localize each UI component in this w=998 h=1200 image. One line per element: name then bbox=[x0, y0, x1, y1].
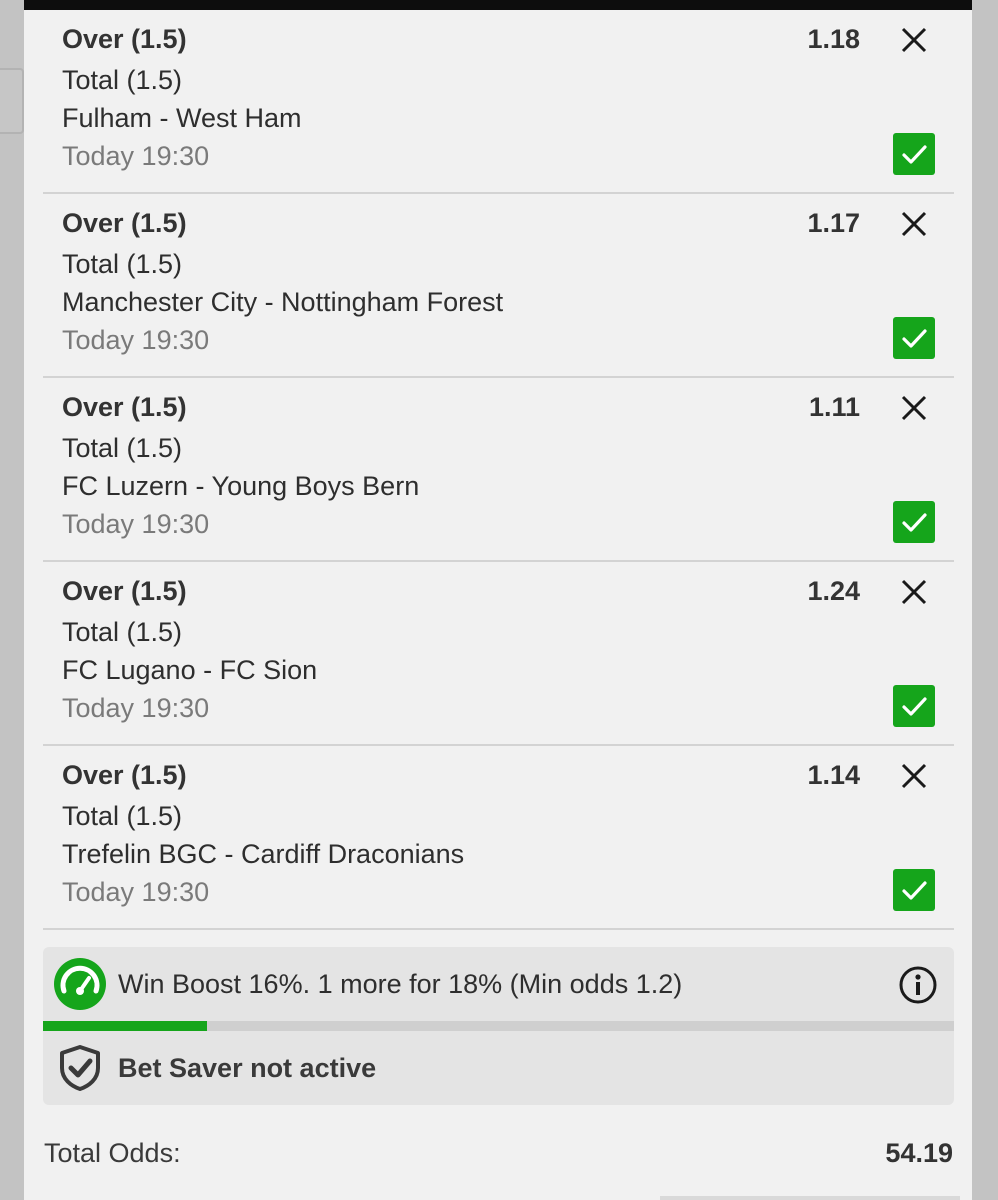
bet-leg: Over (1.5) 1.17 Total (1.5) Manchester C… bbox=[43, 194, 954, 378]
leg-market: Total (1.5) bbox=[62, 65, 183, 95]
leg-market: Total (1.5) bbox=[62, 801, 183, 831]
close-icon[interactable] bbox=[896, 390, 932, 426]
leg-match: Fulham - West Ham bbox=[62, 103, 302, 133]
background-page-right bbox=[972, 0, 998, 1200]
leg-time: Today 19:30 bbox=[62, 509, 210, 539]
leg-match: Trefelin BGC - Cardiff Draconians bbox=[62, 839, 465, 869]
checkmark-icon bbox=[902, 697, 927, 716]
checkmark-icon bbox=[902, 881, 927, 900]
leg-odds: 1.11 bbox=[808, 392, 860, 422]
close-icon[interactable] bbox=[896, 206, 932, 242]
leg-include-checkbox[interactable] bbox=[893, 685, 935, 727]
leg-market: Total (1.5) bbox=[62, 249, 183, 279]
leg-selection: Over (1.5) bbox=[62, 208, 187, 238]
win-boost-progress-fill bbox=[43, 1021, 207, 1031]
total-odds-label: Total Odds: bbox=[44, 1138, 181, 1168]
leg-include-checkbox[interactable] bbox=[893, 869, 935, 911]
leg-market: Total (1.5) bbox=[62, 433, 183, 463]
leg-include-checkbox[interactable] bbox=[893, 317, 935, 359]
shield-check-icon bbox=[60, 1045, 100, 1091]
total-odds-value: 54.19 bbox=[885, 1138, 953, 1168]
bet-saver-row[interactable]: Bet Saver not active bbox=[43, 1031, 954, 1105]
leg-time: Today 19:30 bbox=[62, 877, 210, 907]
bet-leg: Over (1.5) 1.14 Total (1.5) Trefelin BGC… bbox=[43, 746, 954, 930]
leg-odds: 1.17 bbox=[807, 208, 860, 238]
leg-selection: Over (1.5) bbox=[62, 760, 187, 790]
leg-time: Today 19:30 bbox=[62, 693, 210, 723]
bet-legs-list: Over (1.5) 1.18 Total (1.5) Fulham - Wes… bbox=[43, 10, 954, 930]
boost-panel: Win Boost 16%. 1 more for 18% (Min odds … bbox=[43, 947, 954, 1105]
leg-include-checkbox[interactable] bbox=[893, 133, 935, 175]
win-boost-progress bbox=[43, 1021, 954, 1031]
leg-selection: Over (1.5) bbox=[62, 392, 187, 422]
leg-time: Today 19:30 bbox=[62, 325, 210, 355]
leg-match: Manchester City - Nottingham Forest bbox=[62, 287, 504, 317]
bet-leg: Over (1.5) 1.11 Total (1.5) FC Luzern - … bbox=[43, 378, 954, 562]
leg-match: FC Luzern - Young Boys Bern bbox=[62, 471, 420, 501]
leg-selection: Over (1.5) bbox=[62, 576, 187, 606]
bet-leg: Over (1.5) 1.24 Total (1.5) FC Lugano - … bbox=[43, 562, 954, 746]
leg-time: Today 19:30 bbox=[62, 141, 210, 171]
bottom-button-edge bbox=[660, 1196, 960, 1200]
close-icon[interactable] bbox=[896, 758, 932, 794]
win-boost-row[interactable]: Win Boost 16%. 1 more for 18% (Min odds … bbox=[43, 947, 954, 1021]
leg-market: Total (1.5) bbox=[62, 617, 183, 647]
sheet-top-bar bbox=[24, 0, 972, 10]
speedometer-icon bbox=[54, 958, 106, 1010]
checkmark-icon bbox=[902, 145, 927, 164]
bet-saver-text: Bet Saver not active bbox=[118, 1053, 377, 1083]
background-page-left bbox=[0, 0, 24, 1200]
bet-leg: Over (1.5) 1.18 Total (1.5) Fulham - Wes… bbox=[43, 10, 954, 194]
bet-slip-sheet: Over (1.5) 1.18 Total (1.5) Fulham - Wes… bbox=[24, 0, 972, 1200]
close-icon[interactable] bbox=[896, 22, 932, 58]
checkmark-icon bbox=[902, 513, 927, 532]
leg-include-checkbox[interactable] bbox=[893, 501, 935, 543]
leg-odds: 1.14 bbox=[807, 760, 860, 790]
leg-odds: 1.24 bbox=[807, 576, 860, 606]
win-boost-text: Win Boost 16%. 1 more for 18% (Min odds … bbox=[118, 969, 683, 999]
background-card bbox=[0, 68, 24, 134]
leg-match: FC Lugano - FC Sion bbox=[62, 655, 318, 685]
checkmark-icon bbox=[902, 329, 927, 348]
leg-odds: 1.18 bbox=[807, 24, 860, 54]
info-icon[interactable] bbox=[898, 965, 938, 1005]
leg-selection: Over (1.5) bbox=[62, 24, 187, 54]
close-icon[interactable] bbox=[896, 574, 932, 610]
